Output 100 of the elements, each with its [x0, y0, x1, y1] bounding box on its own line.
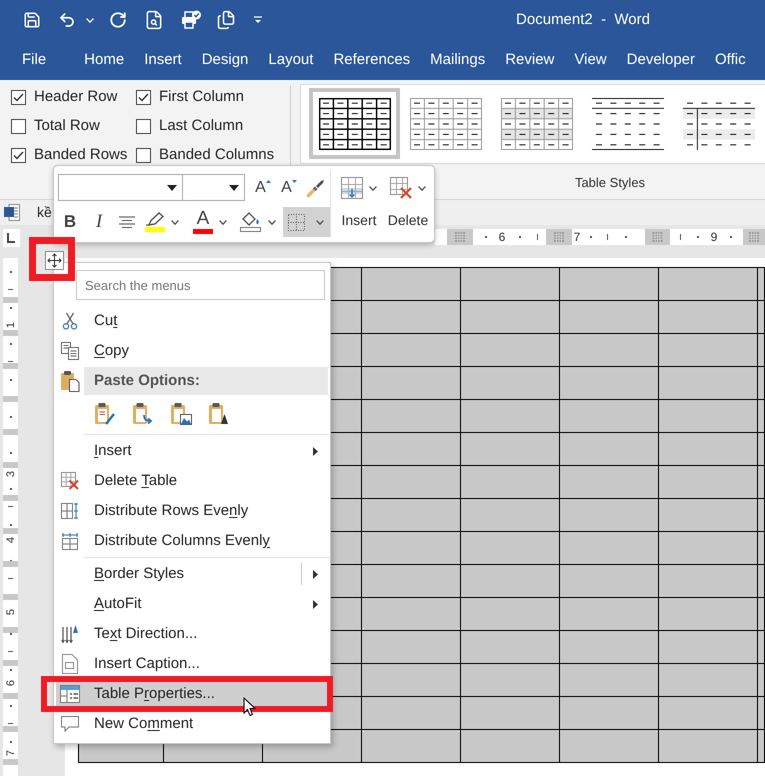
checkbox[interactable] [136, 90, 151, 105]
font-color-button[interactable]: A [193, 207, 231, 237]
checkbox[interactable] [11, 119, 26, 134]
row-marker[interactable] [3, 363, 18, 369]
menu-item[interactable]: AutoFit [56, 592, 328, 616]
dotted-grid-icon [288, 214, 305, 230]
checkbox[interactable] [136, 148, 151, 163]
checkbox-label: Total Row [34, 116, 100, 136]
row-marker[interactable] [3, 759, 18, 765]
caret-down-icon [292, 180, 297, 182]
row-marker[interactable] [3, 396, 18, 402]
ribbon-tab[interactable]: View [574, 46, 607, 74]
ribbon-tab[interactable]: File [22, 46, 46, 74]
menu-item[interactable]: Border Styles [56, 562, 328, 586]
checkbox-label: Banded Rows [34, 145, 128, 166]
ribbon-tab[interactable]: References [333, 46, 410, 74]
row-marker[interactable] [3, 594, 18, 600]
menu-item[interactable]: Cut [56, 309, 328, 333]
row-marker[interactable] [3, 330, 18, 336]
document-title: kề [37, 203, 52, 222]
borders-button[interactable] [283, 207, 330, 237]
ribbon-tab[interactable]: Design [202, 46, 248, 74]
clipboard-picture-icon[interactable] [170, 402, 192, 426]
checkbox[interactable] [136, 119, 151, 134]
row-marker[interactable] [3, 660, 18, 666]
ribbon-tab[interactable]: Layout [268, 46, 314, 74]
scissors-icon [61, 312, 79, 330]
highlight-frame [29, 237, 75, 281]
caret-up-icon [266, 180, 271, 182]
row-marker[interactable] [3, 297, 18, 303]
menu-item[interactable]: Copy [56, 339, 328, 363]
row-marker[interactable] [3, 561, 18, 567]
column-marker-icon[interactable] [743, 229, 765, 245]
save-icon[interactable] [23, 11, 41, 29]
tab-stop-icon[interactable] [3, 229, 20, 247]
ribbon-tab[interactable]: Insert [144, 46, 182, 74]
dropdown-arrow-icon[interactable] [253, 16, 263, 24]
checkbox-label: First Column [159, 87, 244, 108]
font-name-field[interactable] [58, 174, 183, 201]
undo-icon[interactable] [58, 11, 76, 29]
caret-icon [219, 220, 227, 224]
column-marker-icon[interactable] [447, 229, 473, 245]
shrink-font-button[interactable]: A [279, 176, 299, 198]
clipboard-arrow-icon[interactable] [132, 402, 154, 426]
bold-button[interactable]: B [60, 207, 80, 237]
row-marker[interactable] [3, 495, 18, 501]
checkbox[interactable] [11, 148, 26, 163]
row-marker[interactable] [3, 693, 18, 699]
grow-font-button[interactable]: A [253, 176, 273, 198]
pen-icon [145, 212, 165, 226]
ruler-number: 7 [5, 749, 17, 757]
ribbon-tab[interactable]: Mailings [430, 46, 486, 74]
ribbon-tab[interactable]: Home [84, 46, 124, 74]
checkbox[interactable] [11, 90, 26, 105]
ruler-number: 3 [5, 470, 17, 478]
menu-item[interactable]: New Comment [56, 712, 328, 736]
font-size-field[interactable] [183, 174, 245, 201]
ruler-number: 6 [498, 230, 506, 244]
ribbon-tab[interactable]: Developer [626, 46, 696, 74]
clipboard-brush-icon[interactable] [94, 402, 116, 426]
paintbrush-icon[interactable] [306, 178, 326, 198]
table-style-thumbnail[interactable] [309, 88, 400, 159]
checkmark-icon [13, 151, 24, 160]
ribbon-tab[interactable]: Review [505, 46, 554, 74]
search-field[interactable]: Search the menus [76, 270, 325, 300]
checkbox-label: Banded Columns [159, 145, 274, 166]
row-marker[interactable] [3, 726, 18, 732]
circular-arrow-icon[interactable] [109, 11, 127, 29]
ribbon-tab[interactable]: Offic [715, 46, 746, 74]
table-preview-icon [410, 98, 482, 150]
ruler-number: 5 [5, 608, 17, 616]
row-marker[interactable] [3, 429, 18, 435]
table-cross-icon [61, 472, 79, 490]
move-arrows-icon[interactable] [45, 251, 64, 270]
row-marker[interactable] [3, 462, 18, 468]
row-marker[interactable] [3, 528, 18, 534]
speech-bubble-icon [61, 716, 79, 732]
document-magnifier-icon[interactable] [144, 10, 164, 30]
menu-item[interactable]: Insert Caption... [56, 652, 328, 676]
caret-icon [268, 220, 276, 224]
delete-button[interactable]: Delete [386, 172, 430, 237]
printer-icon[interactable] [181, 10, 201, 30]
menu-item[interactable]: Text Direction... [56, 622, 328, 646]
menu-item[interactable]: Distribute Columns Evenly [56, 529, 328, 553]
insert-button[interactable]: Insert [338, 172, 380, 237]
copy-icon [61, 342, 79, 360]
document-icon [62, 654, 78, 674]
clipboard-triangle-icon[interactable] [208, 402, 230, 426]
checkmark-icon [13, 93, 24, 102]
menu-item[interactable]: Insert [56, 439, 328, 463]
menu-item[interactable]: Table Properties... [56, 682, 328, 706]
documents-icon[interactable] [216, 10, 236, 30]
row-marker[interactable] [3, 627, 18, 633]
menu-item[interactable]: Distribute Rows Evenly [56, 499, 328, 523]
italic-button[interactable]: I [89, 207, 109, 237]
column-marker-icon[interactable] [645, 229, 670, 245]
window-title: Document2 - Word [516, 10, 650, 30]
clipboard-icon [60, 370, 80, 392]
column-marker-icon[interactable] [546, 229, 572, 245]
menu-item[interactable]: Delete Table [56, 469, 328, 493]
